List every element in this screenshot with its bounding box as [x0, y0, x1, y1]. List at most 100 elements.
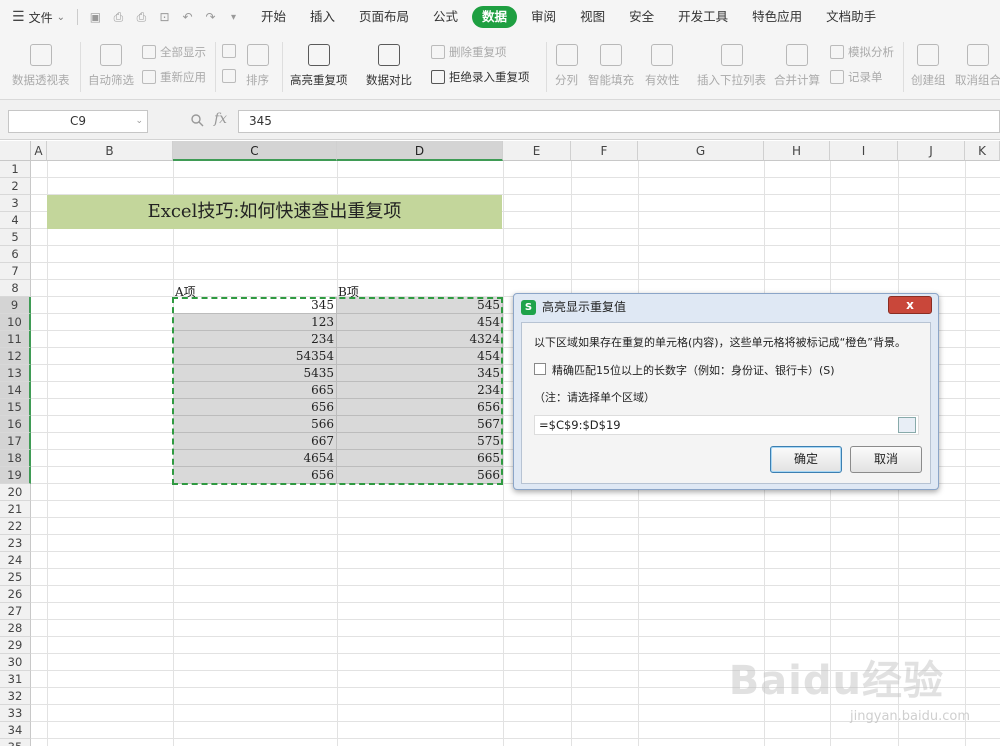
- row-header-31[interactable]: 31: [0, 671, 31, 688]
- select-all-corner[interactable]: [0, 141, 31, 161]
- tab-special[interactable]: 特色应用: [742, 6, 812, 28]
- row-header-15[interactable]: 15: [0, 399, 31, 416]
- collapse-dialog-icon[interactable]: [898, 417, 916, 433]
- row-header-24[interactable]: 24: [0, 552, 31, 569]
- row-header-12[interactable]: 12: [0, 348, 31, 365]
- fx-icon[interactable]: fx: [214, 111, 227, 127]
- row-header-8[interactable]: 8: [0, 280, 31, 297]
- row-header-9[interactable]: 9: [0, 297, 31, 314]
- sort-asc-button[interactable]: [222, 44, 236, 58]
- pivot-table-button[interactable]: 数据透视表: [12, 44, 70, 88]
- row-header-34[interactable]: 34: [0, 722, 31, 739]
- row-header-32[interactable]: 32: [0, 688, 31, 705]
- data-compare-button[interactable]: 数据对比: [366, 44, 412, 88]
- row-header-27[interactable]: 27: [0, 603, 31, 620]
- row-header-18[interactable]: 18: [0, 450, 31, 467]
- range-input[interactable]: =$C$9:$D$19: [534, 415, 919, 435]
- redo-icon[interactable]: ↷: [202, 9, 219, 26]
- undo-icon[interactable]: ↶: [179, 9, 196, 26]
- sort-desc-button[interactable]: [222, 69, 236, 83]
- column-header-g[interactable]: G: [638, 141, 764, 161]
- validity-button[interactable]: 有效性: [645, 44, 680, 88]
- row-header-3[interactable]: 3: [0, 195, 31, 212]
- row-header-29[interactable]: 29: [0, 637, 31, 654]
- customize-icon[interactable]: ▾: [225, 9, 242, 26]
- row-header-35[interactable]: 35: [0, 739, 31, 746]
- exact-match-label[interactable]: 精确匹配15位以上的长数字（例如：身份证、银行卡）(S): [552, 362, 835, 378]
- exact-match-checkbox[interactable]: [534, 363, 546, 375]
- reject-duplicate-entry-button[interactable]: 拒绝录入重复项: [431, 69, 530, 85]
- formula-input[interactable]: 345: [238, 110, 1000, 133]
- record-form-button[interactable]: 记录单: [830, 69, 883, 85]
- ok-button[interactable]: 确定: [770, 446, 842, 473]
- simulation-button[interactable]: 模拟分析: [830, 44, 894, 60]
- chevron-down-icon: ⌄: [56, 11, 65, 23]
- smart-fill-button[interactable]: 智能填充: [588, 44, 634, 88]
- autofilter-button[interactable]: 自动筛选: [88, 44, 134, 88]
- save-icon[interactable]: ▣: [87, 9, 104, 26]
- cancel-button[interactable]: 取消: [850, 446, 922, 473]
- column-header-a[interactable]: A: [31, 141, 47, 161]
- highlight-duplicates-button[interactable]: 高亮重复项: [290, 44, 348, 88]
- show-all-button[interactable]: 全部显示: [142, 44, 206, 60]
- name-box[interactable]: C9 ⌄: [8, 110, 148, 133]
- row-header-26[interactable]: 26: [0, 586, 31, 603]
- column-header-b[interactable]: B: [47, 141, 173, 161]
- row-header-13[interactable]: 13: [0, 365, 31, 382]
- tab-view[interactable]: 视图: [570, 6, 615, 28]
- tab-security[interactable]: 安全: [619, 6, 664, 28]
- row-header-7[interactable]: 7: [0, 263, 31, 280]
- row-header-17[interactable]: 17: [0, 433, 31, 450]
- remove-duplicates-button[interactable]: 删除重复项: [431, 44, 507, 60]
- row-header-28[interactable]: 28: [0, 620, 31, 637]
- tab-page-layout[interactable]: 页面布局: [349, 6, 419, 28]
- column-header-e[interactable]: E: [503, 141, 571, 161]
- create-group-button[interactable]: 创建组: [911, 44, 946, 88]
- zoom-icon[interactable]: [190, 113, 204, 127]
- column-header-c[interactable]: C: [173, 141, 337, 161]
- consolidate-button[interactable]: 合并计算: [774, 44, 820, 88]
- row-header-14[interactable]: 14: [0, 382, 31, 399]
- create-group-label: 创建组: [911, 73, 946, 87]
- file-menu[interactable]: ☰ 文件 ⌄: [0, 0, 71, 34]
- print-icon[interactable]: ⎙: [133, 9, 150, 26]
- row-header-11[interactable]: 11: [0, 331, 31, 348]
- row-header-1[interactable]: 1: [0, 161, 31, 178]
- ungroup-button[interactable]: 取消组合: [955, 44, 1000, 88]
- close-button[interactable]: x: [888, 296, 932, 314]
- row-header-23[interactable]: 23: [0, 535, 31, 552]
- column-header-d[interactable]: D: [337, 141, 503, 161]
- tab-formulas[interactable]: 公式: [423, 6, 468, 28]
- column-header-j[interactable]: J: [898, 141, 965, 161]
- tab-home[interactable]: 开始: [251, 6, 296, 28]
- sheet-title[interactable]: Excel技巧:如何快速查出重复项: [47, 195, 502, 229]
- row-header-5[interactable]: 5: [0, 229, 31, 246]
- reapply-button[interactable]: 重新应用: [142, 69, 206, 85]
- row-header-21[interactable]: 21: [0, 501, 31, 518]
- row-header-33[interactable]: 33: [0, 705, 31, 722]
- row-header-4[interactable]: 4: [0, 212, 31, 229]
- row-header-16[interactable]: 16: [0, 416, 31, 433]
- row-header-20[interactable]: 20: [0, 484, 31, 501]
- column-header-f[interactable]: F: [571, 141, 638, 161]
- split-column-button[interactable]: 分列: [555, 44, 578, 88]
- tab-insert[interactable]: 插入: [300, 6, 345, 28]
- row-header-19[interactable]: 19: [0, 467, 31, 484]
- column-header-i[interactable]: I: [830, 141, 898, 161]
- tab-data[interactable]: 数据: [472, 6, 518, 28]
- row-header-30[interactable]: 30: [0, 654, 31, 671]
- row-header-22[interactable]: 22: [0, 518, 31, 535]
- sort-button[interactable]: 排序: [246, 44, 269, 88]
- row-header-6[interactable]: 6: [0, 246, 31, 263]
- column-header-h[interactable]: H: [764, 141, 830, 161]
- tab-developer[interactable]: 开发工具: [668, 6, 738, 28]
- tab-review[interactable]: 审阅: [521, 6, 566, 28]
- row-header-2[interactable]: 2: [0, 178, 31, 195]
- insert-dropdown-button[interactable]: 插入下拉列表: [697, 44, 766, 88]
- row-header-25[interactable]: 25: [0, 569, 31, 586]
- tab-doc-assistant[interactable]: 文档助手: [816, 6, 886, 28]
- zoom-preview-icon[interactable]: ⊡: [156, 9, 173, 26]
- column-header-k[interactable]: K: [965, 141, 1000, 161]
- print-preview-icon[interactable]: ⎙: [110, 9, 127, 26]
- row-header-10[interactable]: 10: [0, 314, 31, 331]
